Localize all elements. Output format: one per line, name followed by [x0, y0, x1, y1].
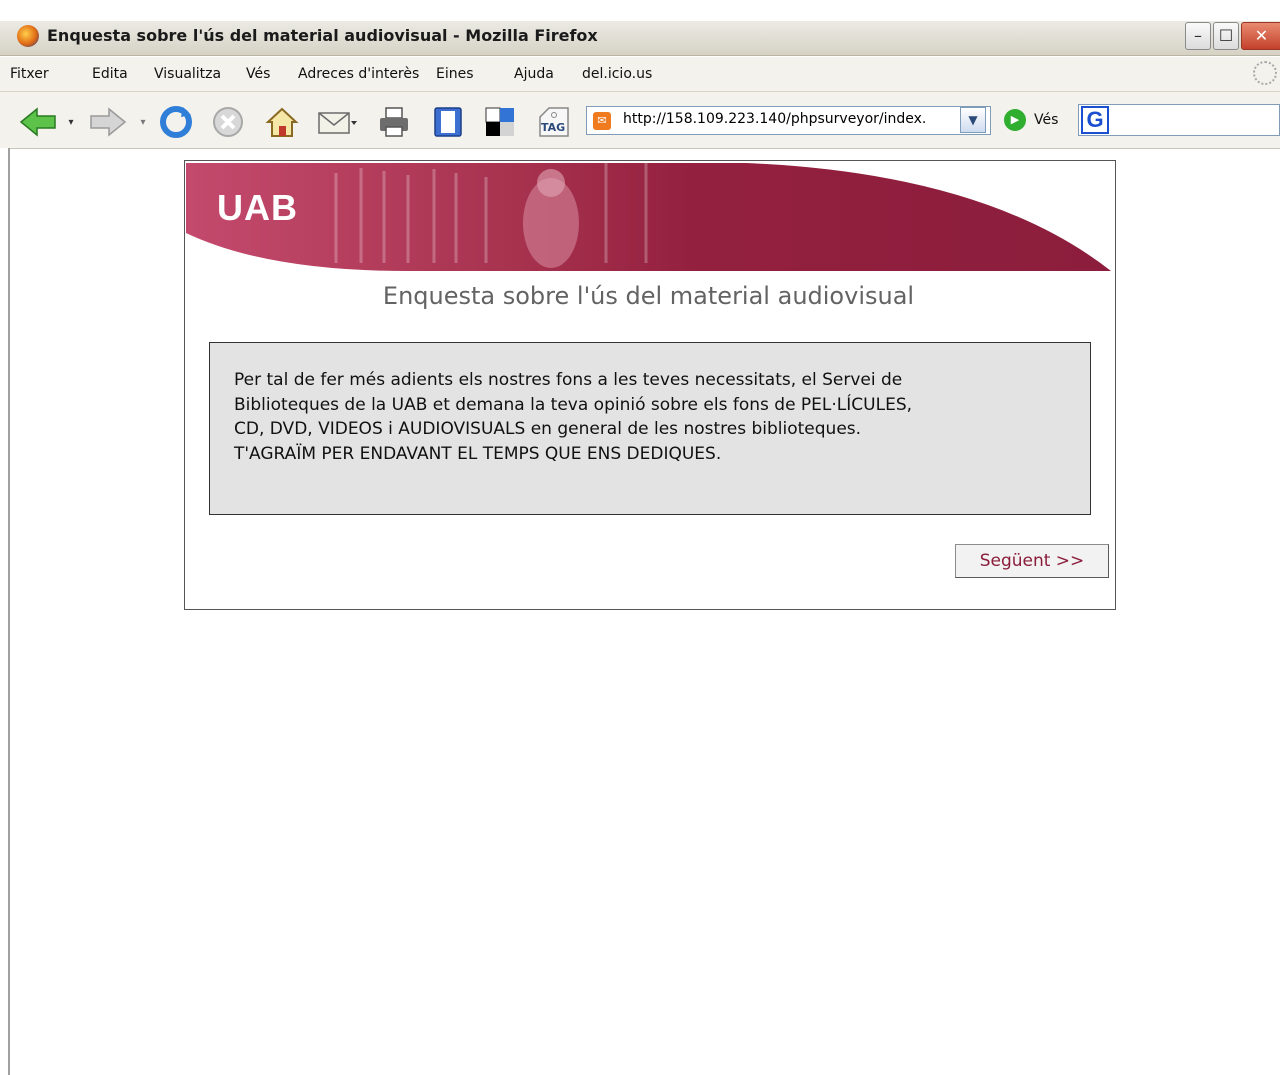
firefox-icon	[17, 25, 39, 47]
back-icon[interactable]	[18, 106, 58, 138]
forward-icon[interactable]	[88, 106, 128, 138]
delicious-icon[interactable]	[482, 104, 518, 140]
go-icon[interactable]: ▶	[1004, 109, 1026, 131]
go-button[interactable]: Vés	[1034, 112, 1058, 128]
menu-ajuda[interactable]: Ajuda	[514, 66, 554, 82]
maximize-button[interactable]: ☐	[1213, 22, 1239, 50]
url-text[interactable]: http://158.109.223.140/phpsurveyor/index…	[623, 111, 959, 127]
url-dropdown-icon[interactable]: ▼	[960, 107, 986, 133]
window-left-border	[0, 148, 10, 1075]
dropdown-arrow-icon[interactable]: ▾	[64, 114, 78, 130]
welcome-line: T'AGRAÏM PER ENDAVANT EL TEMPS QUE ENS D…	[234, 443, 722, 464]
mail-icon[interactable]	[316, 106, 360, 138]
menu-ves[interactable]: Vés	[246, 66, 270, 82]
print-icon[interactable]	[376, 104, 412, 140]
throbber-icon	[1253, 61, 1277, 85]
close-button[interactable]: ✕	[1241, 22, 1280, 50]
site-favicon-icon: ✉	[593, 112, 611, 130]
stop-icon[interactable]	[210, 104, 246, 140]
menu-delicious[interactable]: del.icio.us	[582, 66, 652, 82]
uab-logo: UAB	[217, 187, 298, 228]
google-icon[interactable]: G	[1081, 106, 1109, 134]
menu-eines[interactable]: Eines	[436, 66, 474, 82]
browser-window: Enquesta sobre l'ús del material audiovi…	[0, 0, 1280, 1075]
bookmarks-icon[interactable]	[430, 104, 466, 140]
welcome-text: Per tal de fer més adients els nostres f…	[234, 368, 1074, 466]
reload-icon[interactable]	[158, 104, 194, 140]
next-button[interactable]: Següent >>	[955, 544, 1109, 578]
home-icon[interactable]	[264, 104, 300, 140]
tag-label: TAG	[541, 121, 566, 134]
welcome-line: Biblioteques de la UAB et demana la teva…	[234, 394, 913, 415]
menu-adreces[interactable]: Adreces d'interès	[298, 66, 419, 82]
dropdown-arrow-icon[interactable]: ▾	[136, 114, 150, 130]
welcome-line: CD, DVD, VIDEOS i AUDIOVISUALS en genera…	[234, 419, 862, 439]
survey-title: Enquesta sobre l'ús del material audiovi…	[382, 282, 915, 310]
menu-fitxer[interactable]: Fitxer	[10, 66, 49, 82]
window-title: Enquesta sobre l'ús del material audiovi…	[47, 26, 598, 45]
menu-edita[interactable]: Edita	[92, 66, 128, 82]
menu-visualitza[interactable]: Visualitza	[154, 66, 221, 82]
minimize-button[interactable]: –	[1185, 22, 1211, 50]
welcome-line: Per tal de fer més adients els nostres f…	[234, 370, 903, 390]
banner-image	[186, 163, 1111, 271]
